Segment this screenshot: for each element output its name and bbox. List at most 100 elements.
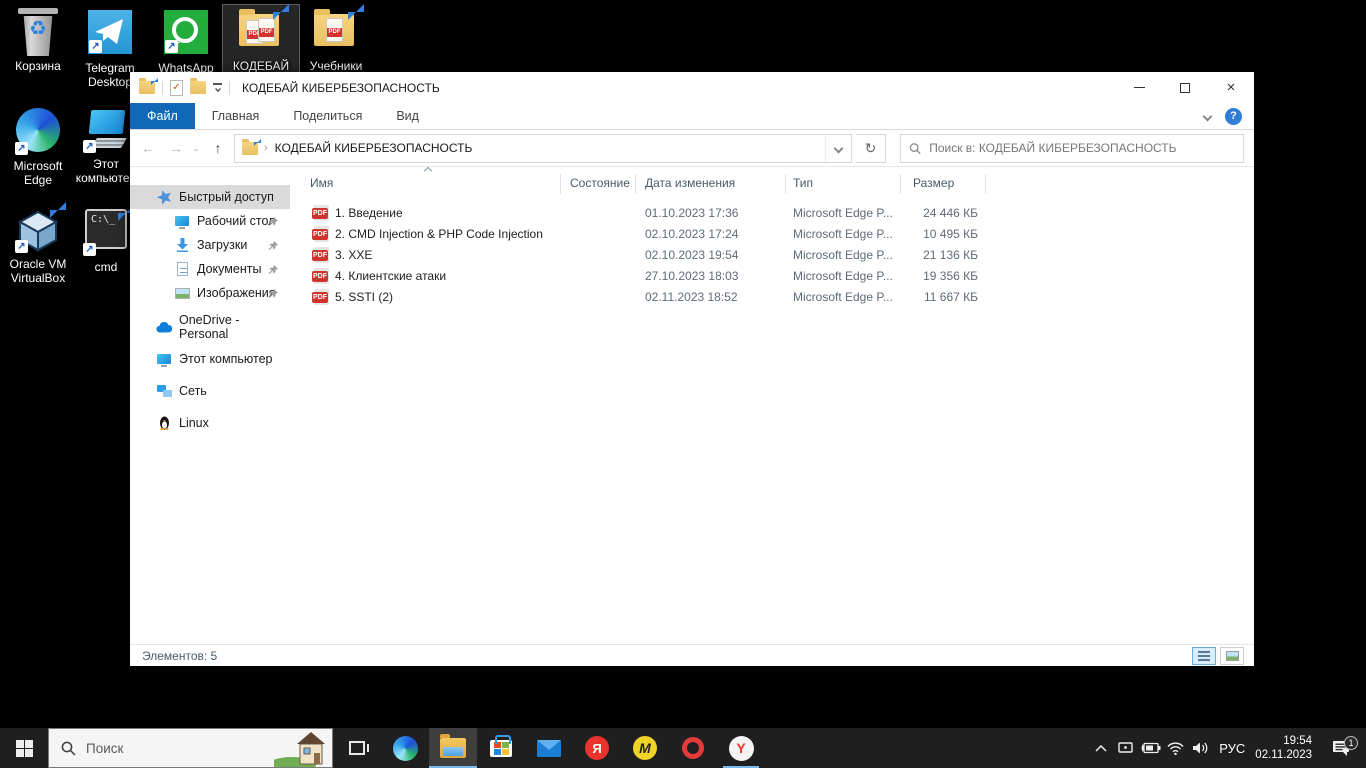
customize-quick-access-button[interactable] xyxy=(213,83,222,92)
network-icon xyxy=(156,383,172,399)
shortcut-arrow-icon: ↗ xyxy=(83,140,96,153)
start-button[interactable] xyxy=(0,728,48,768)
column-header-type[interactable]: Тип xyxy=(793,176,813,190)
compressed-arrows-icon xyxy=(348,4,364,20)
address-bar[interactable]: › КОДЕБАЙ КИБЕРБЕЗОПАСНОСТЬ xyxy=(234,134,852,163)
sidebar-item-pictures[interactable]: Изображения xyxy=(130,281,290,305)
column-header-status[interactable]: Состояние xyxy=(570,176,630,190)
folder-pdf-icon: PDF PDF xyxy=(237,8,285,56)
desktop-icon-edge[interactable]: ↗ Microsoft Edge xyxy=(0,103,76,189)
column-header-name[interactable]: Имя xyxy=(310,176,333,190)
refresh-button[interactable]: ↻ xyxy=(856,134,886,163)
breadcrumb[interactable]: КОДЕБАЙ КИБЕРБЕЗОПАСНОСТЬ xyxy=(275,141,473,155)
expand-ribbon-icon[interactable] xyxy=(1203,111,1213,121)
sidebar-item-label: Сеть xyxy=(179,384,207,398)
maximize-button[interactable] xyxy=(1162,72,1208,103)
sidebar-item-downloads[interactable]: Загрузки xyxy=(130,233,290,257)
clock[interactable]: 19:54 02.11.2023 xyxy=(1255,734,1322,762)
file-name: 4. Клиентские атаки xyxy=(335,269,446,283)
details-view-button[interactable] xyxy=(1192,647,1216,665)
column-header-size[interactable]: Размер xyxy=(913,176,954,190)
taskbar-explorer-button[interactable] xyxy=(429,728,477,768)
tab-share[interactable]: Поделиться xyxy=(276,103,379,129)
desktop-icon-kodebay[interactable]: PDF PDF КОДЕБАЙ xyxy=(223,5,299,75)
table-row[interactable]: PDF 3. XXE 02.10.2023 19:54 Microsoft Ed… xyxy=(290,245,1254,266)
sidebar-item-desktop[interactable]: Рабочий стол xyxy=(130,209,290,233)
explorer-search[interactable] xyxy=(900,134,1244,163)
taskbar-store-button[interactable] xyxy=(477,728,525,768)
tab-home[interactable]: Главная xyxy=(195,103,277,129)
taskbar-yandex-button[interactable]: Я xyxy=(573,728,621,768)
taskbar-edge-button[interactable] xyxy=(381,728,429,768)
desktop-icon-recycle-bin[interactable]: ♻ Корзина xyxy=(0,5,76,75)
file-size: 19 356 КБ xyxy=(850,269,978,283)
address-dropdown-button[interactable] xyxy=(825,135,851,162)
virtualbox-icon: ↗ xyxy=(14,206,62,254)
column-header-modified[interactable]: Дата изменения xyxy=(645,176,735,190)
shortcut-arrow-icon: ↗ xyxy=(83,243,96,256)
taskbar-search-input[interactable] xyxy=(86,741,236,756)
opera-icon xyxy=(682,737,704,759)
sidebar-item-label: Рабочий стол xyxy=(197,214,275,228)
up-button[interactable]: ↑ xyxy=(206,140,230,156)
close-button[interactable]: × xyxy=(1208,72,1254,103)
tray-battery-button[interactable] xyxy=(1138,742,1163,754)
sidebar-item-network[interactable]: Сеть xyxy=(130,379,290,403)
thumbnails-view-button[interactable] xyxy=(1220,647,1244,665)
taskbar-yandex-browser-button[interactable]: Y xyxy=(717,728,765,768)
computer-icon xyxy=(156,351,172,367)
telegram-icon: ↗ xyxy=(86,10,134,58)
task-view-button[interactable] xyxy=(333,728,381,768)
sidebar-item-documents[interactable]: Документы xyxy=(130,257,290,281)
tab-view[interactable]: Вид xyxy=(379,103,436,129)
taskbar-mail-button[interactable] xyxy=(525,728,573,768)
recent-locations-icon[interactable]: ⌄ xyxy=(192,143,202,154)
desktop-icon-whatsapp[interactable]: ↗ WhatsApp xyxy=(148,5,224,77)
file-modified: 27.10.2023 18:03 xyxy=(645,269,738,283)
properties-button[interactable]: ✓ xyxy=(170,80,183,96)
file-size: 11 667 КБ xyxy=(850,290,978,304)
shortcut-arrow-icon: ↗ xyxy=(165,40,178,53)
sidebar-item-linux[interactable]: Linux xyxy=(130,411,290,435)
time: 19:54 xyxy=(1283,735,1312,747)
m-browser-icon: M xyxy=(633,736,657,760)
file-name: 2. CMD Injection & PHP Code Injection xyxy=(335,227,543,241)
sidebar-item-this-pc[interactable]: Этот компьютер xyxy=(130,347,290,371)
document-icon xyxy=(174,261,190,277)
tray-cast-button[interactable] xyxy=(1113,741,1138,755)
forward-button[interactable]: → xyxy=(164,140,188,156)
table-row[interactable]: PDF 4. Клиентские атаки 27.10.2023 18:03… xyxy=(290,266,1254,287)
desktop-icon-uchebniki[interactable]: PDF Учебники xyxy=(298,5,374,75)
table-row[interactable]: PDF 5. SSTI (2) 02.11.2023 18:52 Microso… xyxy=(290,287,1254,308)
speaker-icon xyxy=(1192,741,1209,755)
taskbar-search[interactable] xyxy=(48,728,333,768)
address-bar-row: ← → ⌄ ↑ › КОДЕБАЙ КИБЕРБЕЗОПАСНОСТЬ ↻ xyxy=(130,130,1254,167)
minimize-button[interactable] xyxy=(1116,72,1162,103)
compressed-arrows-icon xyxy=(50,202,66,218)
table-row[interactable]: PDF 2. CMD Injection & PHP Code Injectio… xyxy=(290,224,1254,245)
file-name: 3. XXE xyxy=(335,248,372,262)
taskbar-amigo-button[interactable]: M xyxy=(621,728,669,768)
pdf-file-icon: PDF xyxy=(314,226,329,242)
edge-icon xyxy=(393,736,418,761)
new-folder-button[interactable] xyxy=(190,81,206,94)
help-button[interactable]: ? xyxy=(1225,108,1242,125)
sidebar-item-onedrive[interactable]: OneDrive - Personal xyxy=(130,315,290,339)
tray-volume-button[interactable] xyxy=(1188,741,1213,755)
explorer-search-input[interactable] xyxy=(929,141,1235,155)
sidebar-item-label: Быстрый доступ xyxy=(179,190,274,204)
language-indicator[interactable]: РУС xyxy=(1213,741,1255,756)
title-bar[interactable]: ✓ КОДЕБАЙ КИБЕРБЕЗОПАСНОСТЬ × xyxy=(130,72,1254,103)
action-center-button[interactable]: 1 xyxy=(1322,740,1360,756)
table-row[interactable]: PDF 1. Введение 01.10.2023 17:36 Microso… xyxy=(290,203,1254,224)
desktop-icon-virtualbox[interactable]: ↗ Oracle VM VirtualBox xyxy=(0,203,76,287)
tab-file[interactable]: Файл xyxy=(130,103,195,129)
tray-wifi-button[interactable] xyxy=(1163,742,1188,755)
tray-expand-button[interactable] xyxy=(1088,745,1113,752)
sidebar-item-quick-access[interactable]: Быстрый доступ xyxy=(130,185,290,209)
compressed-arrows-icon xyxy=(273,4,289,20)
taskbar-opera-button[interactable] xyxy=(669,728,717,768)
sidebar-item-label: Загрузки xyxy=(197,238,247,252)
yandex-browser-icon: Y xyxy=(729,736,754,761)
back-button[interactable]: ← xyxy=(136,140,160,156)
